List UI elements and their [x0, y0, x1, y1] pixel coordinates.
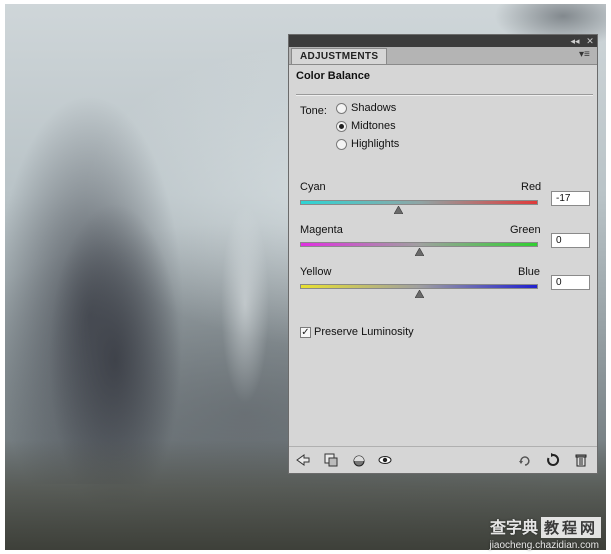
divider	[296, 94, 593, 96]
panel-title: Color Balance	[296, 70, 370, 82]
slider-magenta-label: Magenta	[300, 224, 343, 236]
tab-bar: ADJUSTMENTS ▾≡	[289, 47, 597, 65]
reset-icon[interactable]	[517, 452, 533, 468]
panel-menu-icon[interactable]: ▾≡	[579, 50, 593, 60]
clip-to-layer-icon[interactable]	[323, 452, 339, 468]
trash-icon[interactable]	[573, 452, 589, 468]
radio-button[interactable]	[336, 102, 347, 114]
refresh-icon[interactable]	[545, 452, 561, 468]
radio-label: Midtones	[351, 120, 396, 132]
yellow-blue-value-input[interactable]: 0	[551, 275, 590, 290]
panel-top-strip: ◂◂ ✕	[289, 35, 597, 47]
yellow-blue-slider-thumb[interactable]	[414, 290, 424, 298]
preserve-luminosity-checkbox[interactable]: ✓	[300, 326, 311, 338]
yellow-blue-slider-track[interactable]	[300, 284, 538, 289]
watermark-brand: 查字典	[489, 520, 538, 537]
magenta-green-slider-track[interactable]	[300, 242, 538, 247]
slider-red-label: Red	[521, 181, 542, 193]
tab-adjustments[interactable]: ADJUSTMENTS	[291, 48, 388, 64]
close-icon[interactable]: ✕	[584, 35, 596, 47]
slider-yellow-label: Yellow	[300, 266, 332, 278]
watermark: 查字典 教程网	[490, 514, 601, 538]
radio-label: Highlights	[351, 138, 400, 150]
magenta-green-slider-thumb[interactable]	[414, 248, 424, 256]
view-previous-state-icon[interactable]	[351, 452, 367, 468]
preserve-luminosity[interactable]: ✓ Preserve Luminosity	[300, 326, 414, 338]
cyan-red-slider-thumb[interactable]	[394, 206, 404, 214]
panel-footer	[289, 446, 597, 473]
preserve-luminosity-label: Preserve Luminosity	[314, 326, 414, 338]
radio-midtones[interactable]: Midtones	[336, 119, 396, 133]
radio-label: Shadows	[351, 102, 397, 114]
radio-highlights[interactable]: Highlights	[336, 137, 399, 151]
adjustments-panel: ◂◂ ✕ ADJUSTMENTS ▾≡ Color Balance Tone: …	[288, 34, 598, 474]
radio-shadows[interactable]: Shadows	[336, 101, 396, 115]
tone-label: Tone:	[300, 105, 327, 117]
mist	[205, 194, 285, 414]
radio-button[interactable]	[336, 120, 347, 132]
magenta-green-value-input[interactable]: 0	[551, 233, 590, 248]
radio-button[interactable]	[336, 138, 347, 150]
back-arrow-icon[interactable]	[295, 452, 311, 468]
collapse-icon[interactable]: ◂◂	[569, 35, 581, 47]
slider-cyan-label: Cyan	[300, 181, 326, 193]
slider-blue-label: Blue	[518, 266, 541, 278]
slider-green-label: Green	[510, 224, 541, 236]
visibility-eye-icon[interactable]	[377, 452, 393, 468]
cyan-red-slider-track[interactable]	[300, 200, 538, 205]
cyan-red-value-input[interactable]: -17	[551, 191, 590, 206]
watermark-url: jiaocheng.chazidian.com	[489, 540, 599, 551]
watermark-box: 教程网	[540, 517, 601, 538]
